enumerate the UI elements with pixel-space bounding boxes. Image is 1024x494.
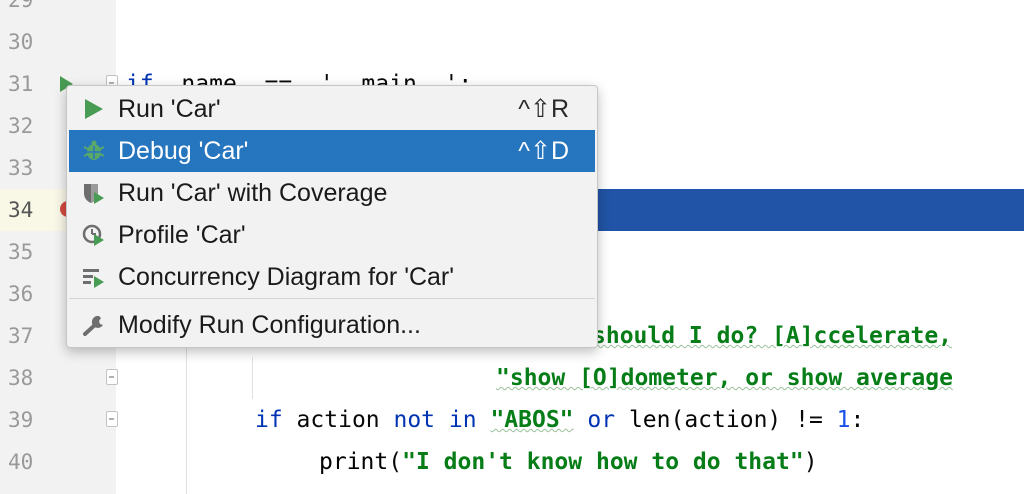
menu-item-label: Profile 'Car' [118, 221, 246, 249]
menu-item-label: Debug 'Car' [118, 137, 249, 165]
line-number: 36 [8, 282, 34, 306]
line-number: 29 [8, 0, 34, 12]
menu-item-debug[interactable]: Debug 'Car' ^⇧D [69, 130, 595, 172]
code-text: ( [388, 449, 403, 475]
coverage-icon [81, 181, 107, 205]
menu-item-shortcut: ^⇧R [518, 95, 569, 123]
gutter-line: 38 [0, 357, 118, 399]
fold-marker-icon[interactable] [106, 369, 118, 385]
gutter-line: 30 [0, 21, 116, 63]
debug-bug-icon [81, 139, 107, 163]
code-text: action [282, 407, 394, 433]
string-literal: "show [O]dometer, or show average [496, 365, 953, 391]
menu-item-run[interactable]: Run 'Car' ^⇧R [69, 88, 595, 130]
builtin-function: len [615, 407, 671, 433]
string-literal: "ABOS" [490, 407, 574, 433]
string-literal: should I do? [A]ccelerate, [592, 323, 953, 349]
line-number: 30 [8, 30, 34, 54]
profile-icon [81, 223, 107, 247]
code-text: ) [803, 449, 818, 475]
line-number: 35 [8, 240, 34, 264]
menu-item-shortcut: ^⇧D [518, 137, 569, 165]
line-number: 31 [8, 72, 34, 96]
fold-marker-icon[interactable] [106, 411, 118, 427]
menu-item-run-with-coverage[interactable]: Run 'Car' with Coverage [69, 172, 595, 214]
code-line-40[interactable]: print("I don't know how to do that") [319, 441, 1024, 483]
string-literal: "I don't know how to do that" [402, 449, 804, 475]
indent-guide [252, 357, 253, 399]
builtin-function: print [319, 449, 389, 475]
line-number: 40 [8, 450, 34, 474]
line-number: 37 [8, 324, 34, 348]
menu-separator [69, 298, 595, 299]
code-line-37[interactable]: should I do? [A]ccelerate, [592, 315, 1024, 357]
line-number: 34 [8, 198, 34, 222]
menu-item-label: Run 'Car' [118, 95, 221, 123]
gutter-line: 40 [0, 441, 116, 483]
keyword: or [587, 407, 616, 433]
menu-item-modify-run-configuration[interactable]: Modify Run Configuration... [69, 304, 595, 346]
menu-item-label: Run 'Car' with Coverage [118, 179, 388, 207]
menu-item-label: Modify Run Configuration... [118, 311, 421, 339]
line-number: 38 [8, 366, 34, 390]
run-context-menu: Run 'Car' ^⇧R Debug 'Car' ^⇧D Run 'Car' … [66, 85, 598, 348]
keyword: not in [393, 407, 477, 433]
code-line-39[interactable]: if action not in "ABOS" or len(action) !… [255, 399, 1024, 441]
line-number: 33 [8, 156, 34, 180]
gutter-line: 29 [0, 0, 116, 21]
line-number: 32 [8, 114, 34, 138]
menu-item-label: Concurrency Diagram for 'Car' [118, 263, 455, 291]
menu-item-profile[interactable]: Profile 'Car' [69, 214, 595, 256]
gutter-line: 39 [0, 399, 118, 441]
menu-item-concurrency-diagram[interactable]: Concurrency Diagram for 'Car' [69, 256, 595, 298]
number-literal: 1 [836, 407, 851, 433]
line-number: 39 [8, 408, 34, 432]
code-text: (action) != [670, 407, 837, 433]
keyword: if [255, 407, 283, 433]
code-text: : [850, 407, 865, 433]
code-line-38[interactable]: "show [O]dometer, or show average [496, 357, 1024, 399]
concurrency-icon [81, 265, 107, 289]
wrench-icon [81, 313, 107, 337]
run-icon [81, 97, 107, 121]
